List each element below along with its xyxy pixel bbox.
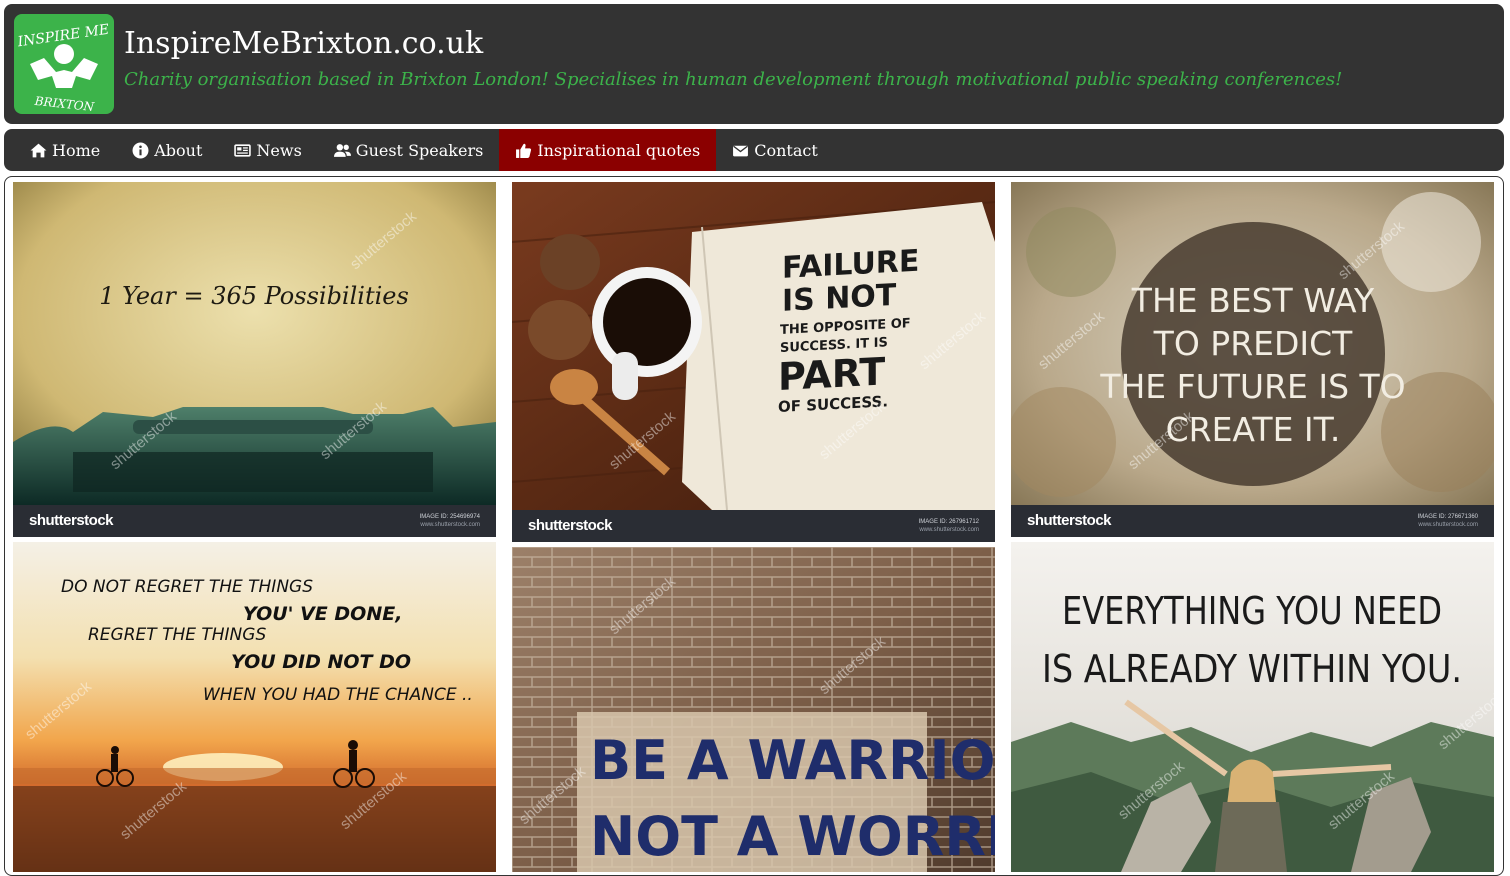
nav-item-guest-speakers[interactable]: Guest Speakers [318,129,500,171]
nav-label: Home [52,140,101,160]
thumbs-up-icon [515,142,532,159]
nav-label: About [154,140,203,160]
quote-text: 1 Year = 365 Possibilities [99,282,409,310]
nav-item-news[interactable]: News [218,129,317,171]
nav-item-inspirational-quotes[interactable]: Inspirational quotes [499,129,717,171]
info-circle-icon [132,142,149,159]
shutterstock-logo: shutterstock [29,512,114,529]
quote-line: THE FUTURE IS TO [1099,367,1405,406]
nav-item-home[interactable]: Home [14,129,116,171]
quote-image-5[interactable]: BE A WARRIOR, NOT A WORRIER. shutterstoc… [512,547,995,872]
quote-gallery: 1 Year = 365 Possibilities shutterstock … [4,176,1504,876]
quote-line: IS NOT [782,278,897,319]
shutterstock-bar: shutterstock IMAGE ID: 254696974 www.shut… [13,505,496,537]
envelope-icon [732,142,749,159]
site-logo[interactable]: INSPIRE ME BRIXTON [14,14,114,114]
shutterstock-bar: shutterstock IMAGE ID: 267961712 www.shut… [512,510,995,542]
quote-line: REGRET THE THINGS [88,625,266,645]
users-icon [333,142,351,159]
quote-image-2[interactable]: FAILURE IS NOT THE OPPOSITE OF SUCCESS. … [512,182,995,542]
quote-image-6[interactable]: EVERYTHING YOU NEED IS ALREADY WITHIN YO… [1011,542,1494,872]
site-header: INSPIRE ME BRIXTON InspireMeBrixton.co.u… [4,4,1504,124]
quote-line: EVERYTHING YOU NEED [1062,589,1442,633]
quote-line: BE A WARRIOR, [590,729,995,792]
image-id: IMAGE ID: 254696974 www.shutterstock.com [419,514,480,528]
quote-line: DO NOT REGRET THE THINGS [61,577,313,597]
logo-text-bottom: BRIXTON [33,94,95,114]
site-title[interactable]: InspireMeBrixton.co.uk [124,26,483,62]
quote-line: IS ALREADY WITHIN YOU. [1042,647,1462,691]
quote-image-3[interactable]: THE BEST WAY TO PREDICT THE FUTURE IS TO… [1011,182,1494,537]
image-id: IMAGE ID: 267961712 www.shutterstock.com [918,519,979,533]
newspaper-icon [234,142,252,159]
shutterstock-logo: shutterstock [1027,512,1112,529]
main-nav: Home About News Guest Speakers Inspirati… [4,129,1504,171]
quote-line: TO PREDICT [1153,324,1353,363]
home-icon [30,142,47,159]
quote-line: YOU DID NOT DO [231,651,411,673]
shutterstock-logo: shutterstock [528,517,613,534]
nav-label: Inspirational quotes [537,140,701,160]
quote-line: YOU' VE DONE, [243,603,402,625]
shutterstock-bar: shutterstock IMAGE ID: 276671360 www.shut… [1011,505,1494,537]
image-id: IMAGE ID: 276671360 www.shutterstock.com [1417,514,1478,528]
quote-line: THE BEST WAY [1131,281,1375,320]
quote-line: WHEN YOU HAD THE CHANCE .. [203,685,473,705]
quote-image-1[interactable]: 1 Year = 365 Possibilities shutterstock … [13,182,496,537]
quote-line: PART [778,349,885,399]
nav-item-contact[interactable]: Contact [716,129,834,171]
quote-line: NOT A WORRIER. [590,805,995,868]
quote-image-4[interactable]: DO NOT REGRET THE THINGS YOU' VE DONE, R… [13,542,496,872]
nav-label: Contact [754,140,818,160]
nav-item-about[interactable]: About [116,129,218,171]
nav-label: Guest Speakers [355,140,484,160]
nav-label: News [256,140,302,160]
site-tagline: Charity organisation based in Brixton Lo… [124,69,1343,90]
